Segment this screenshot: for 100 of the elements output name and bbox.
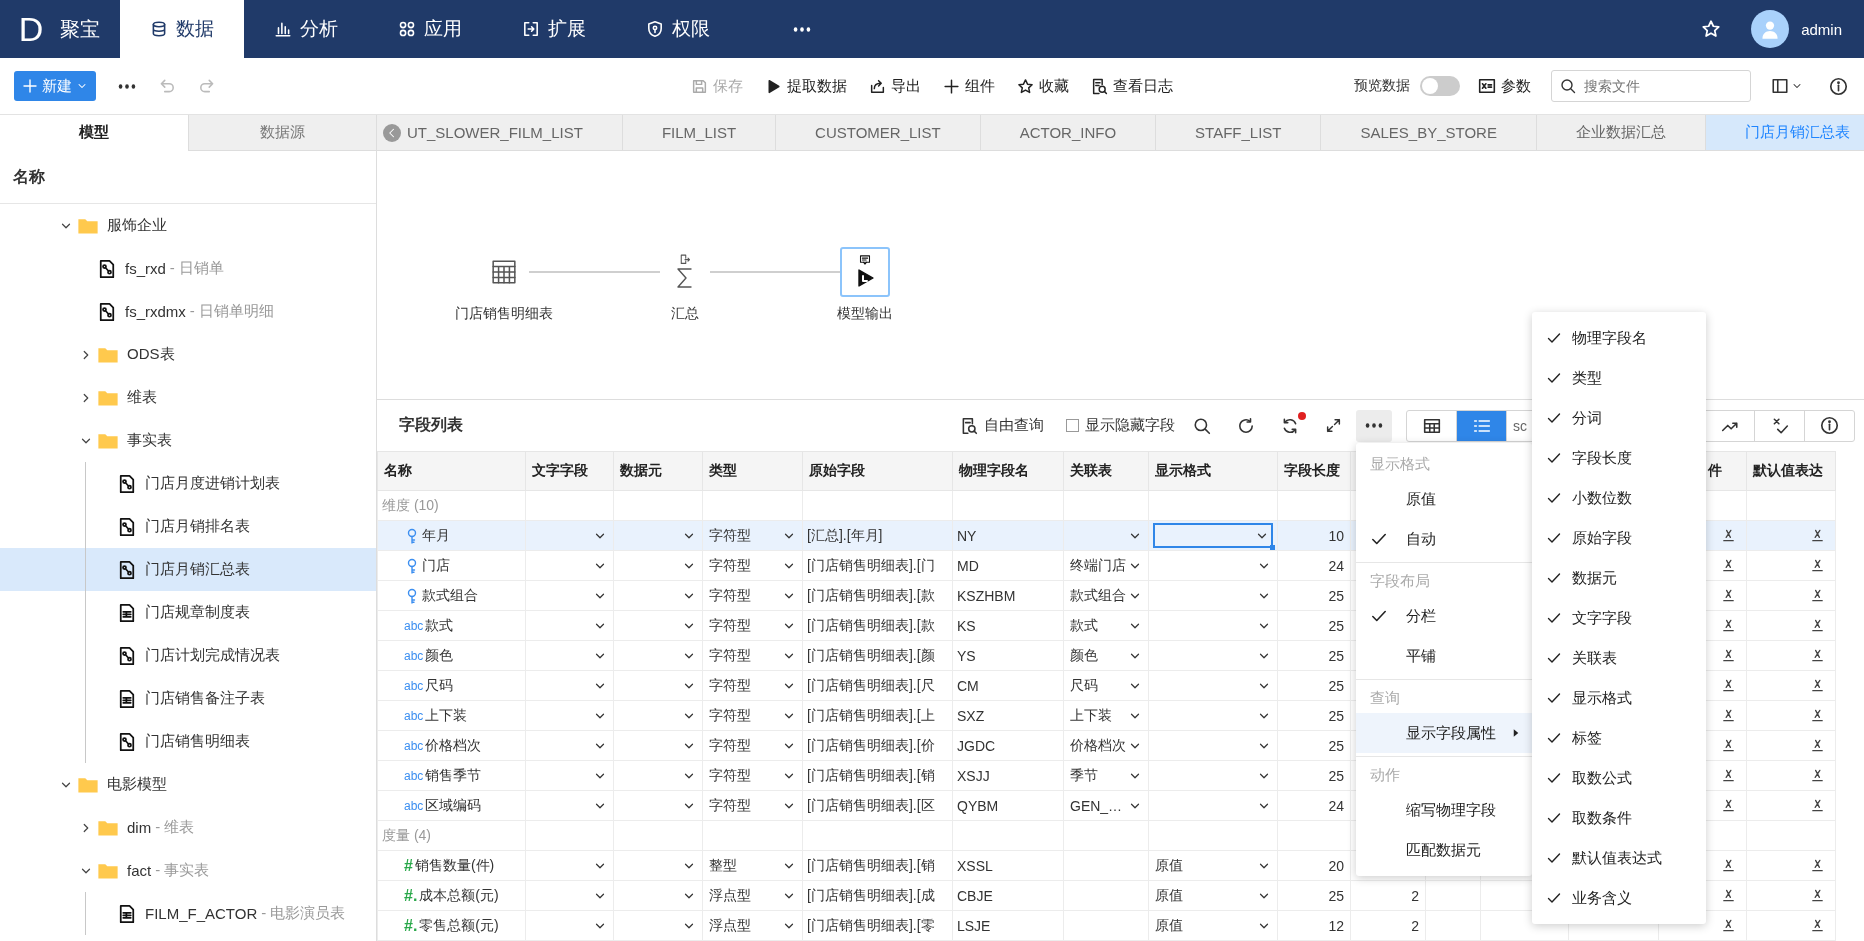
formula-icon[interactable]	[1810, 858, 1825, 873]
layout-button[interactable]	[1771, 77, 1803, 95]
menu-item[interactable]: 匹配数据元	[1356, 830, 1532, 870]
menu-item[interactable]: 平铺	[1356, 636, 1532, 676]
nav-tab[interactable]: 扩展	[492, 0, 616, 58]
toolbar-button[interactable]: 组件	[943, 76, 995, 96]
tree-item[interactable]: 门店月销汇总表	[0, 548, 376, 591]
tree-item[interactable]: 门店销售备注子表	[0, 677, 376, 720]
nav-tab[interactable]: 权限	[616, 0, 740, 58]
menu-item[interactable]: 物理字段名	[1532, 318, 1706, 358]
menu-item[interactable]: 显示格式	[1532, 678, 1706, 718]
formula-icon[interactable]	[1721, 678, 1736, 693]
toolbar-button[interactable]: 查看日志	[1091, 76, 1173, 96]
params-button[interactable]: 参数	[1478, 76, 1531, 96]
dropdown[interactable]	[1153, 523, 1273, 548]
more-button[interactable]	[1356, 409, 1392, 442]
menu-item[interactable]: 小数位数	[1532, 478, 1706, 518]
menu-item[interactable]: 分栏	[1356, 596, 1532, 636]
redo-icon[interactable]	[1237, 416, 1255, 435]
formula-icon[interactable]	[1721, 558, 1736, 573]
search-icon[interactable]	[1193, 416, 1211, 435]
document-tab[interactable]: FILM_LIST	[622, 115, 777, 150]
formula-icon[interactable]	[1810, 678, 1825, 693]
menu-item[interactable]: 关联表	[1532, 638, 1706, 678]
formula-icon[interactable]	[1810, 888, 1825, 903]
scroll-left-button[interactable]	[383, 124, 401, 142]
formula-icon[interactable]	[1721, 858, 1736, 873]
nav-tab[interactable]: 数据	[120, 0, 244, 58]
tree-item[interactable]: 服饰企业	[0, 204, 376, 247]
formula-icon[interactable]	[1810, 768, 1825, 783]
tree-item[interactable]: 事实表	[0, 419, 376, 462]
tree-item[interactable]: 门店规章制度表	[0, 591, 376, 634]
menu-item[interactable]: 取数公式	[1532, 758, 1706, 798]
menu-item[interactable]: 显示字段属性	[1356, 713, 1532, 753]
menu-item[interactable]: 类型	[1532, 358, 1706, 398]
tree-item[interactable]: 电影模型	[0, 763, 376, 806]
menu-item[interactable]: 取数条件	[1532, 798, 1706, 838]
info-icon[interactable]	[1829, 76, 1848, 96]
tree-item[interactable]: fact - 事实表	[0, 849, 376, 892]
formula-icon[interactable]	[1810, 618, 1825, 633]
tree-item[interactable]: FILM_F_ACTOR - 电影演员表	[0, 892, 376, 935]
formula-icon[interactable]	[1721, 588, 1736, 603]
formula-icon[interactable]	[1721, 648, 1736, 663]
menu-item[interactable]: 标签	[1532, 718, 1706, 758]
formula-icon[interactable]	[1810, 738, 1825, 753]
avatar[interactable]	[1751, 10, 1790, 48]
document-tab[interactable]: SALES_BY_STORE	[1321, 115, 1537, 150]
toolbar-button[interactable]: 收藏	[1017, 76, 1069, 96]
formula-icon[interactable]	[1721, 768, 1736, 783]
flow-node[interactable]	[840, 247, 890, 297]
user-name[interactable]: admin	[1801, 20, 1842, 38]
tree-item[interactable]: 门店销售明细表	[0, 720, 376, 763]
show-hidden-checkbox[interactable]: 显示隐藏字段	[1066, 416, 1175, 435]
more-icon[interactable]	[118, 83, 136, 89]
menu-item[interactable]: 分词	[1532, 398, 1706, 438]
sidebar-tab[interactable]: 数据源	[187, 115, 376, 151]
new-button[interactable]: 新建	[14, 71, 96, 101]
star-icon[interactable]	[1701, 19, 1722, 39]
nav-tab[interactable]: 应用	[368, 0, 492, 58]
tree-item[interactable]: ODS表	[0, 333, 376, 376]
formula-icon[interactable]	[1721, 918, 1736, 933]
tree-item[interactable]: 维表	[0, 376, 376, 419]
formula-icon[interactable]	[1810, 588, 1825, 603]
menu-item[interactable]: 业务含义	[1532, 878, 1706, 918]
nav-tab[interactable]: 分析	[244, 0, 368, 58]
formula-icon[interactable]	[1721, 528, 1736, 543]
formula-icon[interactable]	[1810, 798, 1825, 813]
formula-icon[interactable]	[1810, 708, 1825, 723]
formula-icon[interactable]	[1810, 528, 1825, 543]
document-tab[interactable]: STAFF_LIST	[1156, 115, 1322, 150]
formula-icon[interactable]	[1810, 648, 1825, 663]
formula-icon[interactable]	[1721, 618, 1736, 633]
expand-icon[interactable]	[1325, 417, 1342, 434]
toolbar-button[interactable]: 提取数据	[765, 76, 847, 96]
tree-item[interactable]: fs_rxdmx - 日销单明细	[0, 290, 376, 333]
menu-item[interactable]: 原值	[1356, 479, 1532, 519]
preview-toggle[interactable]	[1420, 76, 1460, 96]
formula-icon[interactable]	[1810, 558, 1825, 573]
tree-item[interactable]: 门店月销排名表	[0, 505, 376, 548]
formula-icon[interactable]	[1721, 738, 1736, 753]
document-tab[interactable]: CUSTOMER_LIST	[776, 115, 981, 150]
tree-item[interactable]: dim - 维表	[0, 806, 376, 849]
menu-item[interactable]: 文字字段	[1532, 598, 1706, 638]
menu-item[interactable]: 字段长度	[1532, 438, 1706, 478]
document-tab[interactable]: ACTOR_INFO	[980, 115, 1157, 150]
tree-item[interactable]: 门店月度进销计划表	[0, 462, 376, 505]
menu-item[interactable]: 默认值表达式	[1532, 838, 1706, 878]
free-query-button[interactable]: 自由查询	[960, 416, 1044, 435]
formula-icon[interactable]	[1721, 708, 1736, 723]
menu-item[interactable]: 自动	[1356, 519, 1532, 559]
formula-icon[interactable]	[1721, 888, 1736, 903]
formula-icon[interactable]	[1721, 798, 1736, 813]
menu-item[interactable]: 数据元	[1532, 558, 1706, 598]
toolbar-button[interactable]: 导出	[869, 76, 921, 96]
tree-item[interactable]: fs_rxd - 日销单	[0, 247, 376, 290]
document-tab[interactable]: 企业数据汇总	[1536, 115, 1706, 150]
search-field[interactable]: 搜索文件	[1551, 70, 1751, 102]
menu-item[interactable]: 缩写物理字段	[1356, 790, 1532, 830]
menu-item[interactable]: 原始字段	[1532, 518, 1706, 558]
tree-item[interactable]: 门店计划完成情况表	[0, 634, 376, 677]
